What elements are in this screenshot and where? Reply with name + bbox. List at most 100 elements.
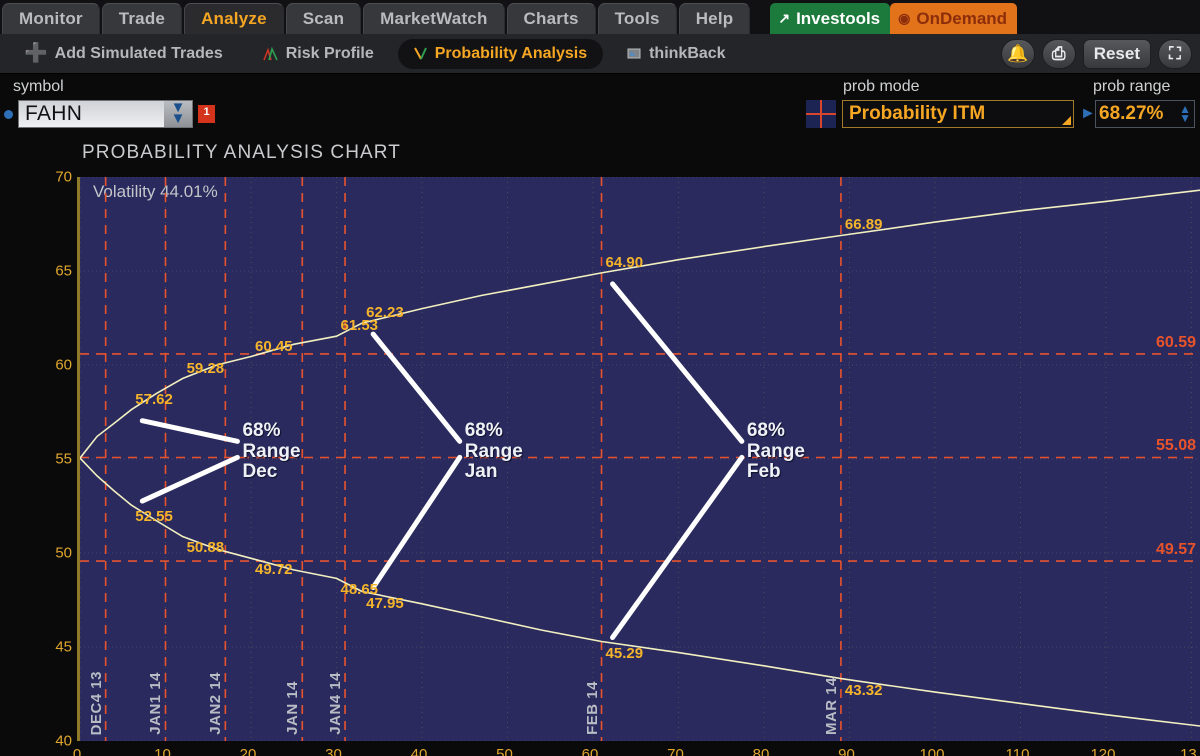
- tab-marketwatch-label: MarketWatch: [380, 9, 488, 28]
- expiration-date-label: JAN4 14: [327, 672, 345, 735]
- probability-level-label: 55.08: [1155, 437, 1196, 455]
- price-point-label: 60.45: [254, 337, 293, 355]
- y-axis-tick: 50: [55, 544, 72, 562]
- investools-button[interactable]: ↗ Investools: [770, 3, 891, 34]
- subnav-thinkback[interactable]: thinkBack: [611, 39, 741, 69]
- symbol-link-dot[interactable]: [4, 109, 13, 119]
- annotation-line: 68%: [464, 420, 503, 442]
- annotation-line: 68%: [746, 420, 785, 442]
- tab-tools[interactable]: Tools: [597, 3, 677, 34]
- x-axis-tick: 50: [496, 746, 513, 756]
- symbol-label: symbol: [13, 78, 64, 95]
- tab-trade[interactable]: Trade: [101, 3, 183, 34]
- globe-icon: ◉: [898, 10, 911, 26]
- price-point-label: 49.72: [254, 561, 293, 579]
- x-axis-tick: 100: [919, 746, 945, 756]
- stepper-arrows-icon[interactable]: ▲ ▼: [1179, 103, 1191, 124]
- subnav-thinkback-label: thinkBack: [649, 44, 726, 62]
- price-point-label: 47.95: [366, 594, 404, 612]
- y-axis-tick: 60: [55, 356, 72, 374]
- prob-mode-control-group: Probability ITM ►: [806, 100, 1096, 128]
- analyze-sub-toolbar: ➕ Add Simulated Trades Risk Profile Prob…: [0, 34, 1200, 74]
- tab-monitor[interactable]: Monitor: [2, 3, 100, 34]
- tab-analyze[interactable]: Analyze: [184, 3, 284, 34]
- prob-range-stepper[interactable]: 68.27% ▲ ▼: [1095, 100, 1195, 128]
- prob-range-value: 68.27%: [1099, 103, 1164, 124]
- y-axis-tick: 70: [55, 168, 72, 186]
- subnav-add-simulated-trades[interactable]: ➕ Add Simulated Trades: [8, 39, 239, 69]
- reset-label: Reset: [1093, 43, 1140, 63]
- symbol-control-group: FAHN ▼ ▼ 1: [4, 100, 215, 128]
- tab-marketwatch[interactable]: MarketWatch: [363, 3, 505, 34]
- x-axis-tick: 110: [1005, 746, 1030, 756]
- arrow-up-right-icon: ↗: [778, 10, 791, 26]
- controls-row: symbol FAHN ▼ ▼ 1 prob mode Probability I…: [0, 74, 1200, 136]
- y-axis-tick: 55: [55, 450, 72, 468]
- tab-charts-label: Charts: [523, 9, 579, 28]
- subnav-risk-profile-label: Risk Profile: [285, 44, 374, 62]
- plus-icon: ➕: [24, 43, 48, 64]
- annotation-line: Range: [746, 440, 805, 462]
- main-tab-bar: Monitor Trade Analyze Scan MarketWatch C…: [0, 0, 1200, 34]
- play-arrow-icon[interactable]: ►: [1080, 105, 1096, 123]
- tab-scan-label: Scan: [302, 9, 345, 28]
- expiration-date-label: FEB 14: [583, 681, 601, 735]
- page-title: PROBABILITY ANALYSIS CHART: [82, 142, 401, 163]
- y-axis-tick: 65: [55, 262, 72, 280]
- tab-scan[interactable]: Scan: [285, 3, 362, 34]
- tab-trade-label: Trade: [118, 9, 166, 28]
- ondemand-button[interactable]: ◉ OnDemand: [890, 3, 1018, 34]
- bell-icon: 🔔: [1007, 43, 1029, 63]
- expiration-date-label: JAN1 14: [147, 672, 165, 735]
- y-axis: 40 45 50 55 60 65 70: [0, 169, 72, 750]
- price-point-label: 59.28: [186, 359, 225, 377]
- prob-mode-select[interactable]: Probability ITM: [842, 100, 1074, 128]
- price-point-label: 62.23: [366, 304, 404, 322]
- plot-area[interactable]: Volatility 44.01% 57.62 59.28 60.45 61.53 62…: [77, 177, 1200, 741]
- price-point-label: 50.88: [186, 539, 225, 557]
- detach-button[interactable]: ⛶: [1158, 38, 1192, 69]
- probability-level-label: 60.59: [1155, 333, 1196, 351]
- risk-curve-icon: [262, 46, 279, 61]
- expiration-date-label: JAN 14: [284, 681, 302, 735]
- expiration-date-label: JAN2 14: [207, 672, 225, 735]
- symbol-value: FAHN: [25, 102, 83, 125]
- tab-help[interactable]: Help: [678, 3, 751, 34]
- tab-charts[interactable]: Charts: [506, 3, 596, 34]
- annotation-line: 68%: [242, 420, 281, 442]
- x-axis-tick: 90: [838, 746, 855, 756]
- chevron-down-icon[interactable]: ▼ ▼: [164, 100, 192, 127]
- expiration-date-label: DEC4 13: [87, 670, 105, 735]
- ondemand-label: OnDemand: [916, 8, 1008, 28]
- x-axis-tick: 0: [72, 746, 82, 756]
- prob-mode-label: prob mode: [843, 78, 920, 95]
- crosshair-swatch-icon: [806, 100, 836, 128]
- x-axis-tick: 70: [667, 746, 684, 756]
- prob-range-label: prob range: [1093, 78, 1171, 95]
- tab-tools-label: Tools: [614, 9, 660, 28]
- x-axis-tick: 60: [581, 746, 599, 756]
- reset-button[interactable]: Reset: [1082, 38, 1151, 69]
- alert-button[interactable]: 🔔: [1000, 38, 1035, 69]
- x-axis-tick: 80: [752, 746, 770, 756]
- price-point-label: 43.32: [844, 681, 883, 699]
- symbol-input[interactable]: FAHN ▼ ▼: [18, 100, 193, 128]
- thinkorswim-window: Monitor Trade Analyze Scan MarketWatch C…: [0, 0, 1200, 756]
- printer-icon: ⎙: [1051, 43, 1066, 63]
- subnav-probability-analysis[interactable]: Probability Analysis: [397, 38, 604, 69]
- subnav-probability-analysis-label: Probability Analysis: [434, 44, 588, 62]
- y-axis-tick: 45: [55, 638, 72, 656]
- prob-mode-value: Probability ITM: [849, 103, 986, 124]
- toolbar-actions: 🔔 ⎙ Reset ⛶: [1000, 38, 1200, 69]
- annotation-line: Jan: [464, 461, 498, 483]
- x-axis-tick: 120: [1090, 746, 1116, 756]
- probability-analysis-chart: 40 45 50 55 60 65 70 Volatility 44.01% 57.62 59…: [0, 168, 1200, 756]
- range-annotation: 68% Range Feb: [747, 421, 805, 483]
- investools-label: Investools: [796, 8, 881, 28]
- range-annotation: 68% Range Dec: [242, 421, 300, 483]
- print-button[interactable]: ⎙: [1041, 38, 1076, 69]
- tab-help-label: Help: [695, 9, 734, 28]
- subnav-risk-profile[interactable]: Risk Profile: [247, 39, 390, 69]
- x-axis-tick: 10: [154, 746, 171, 756]
- price-point-label: 57.62: [135, 390, 173, 408]
